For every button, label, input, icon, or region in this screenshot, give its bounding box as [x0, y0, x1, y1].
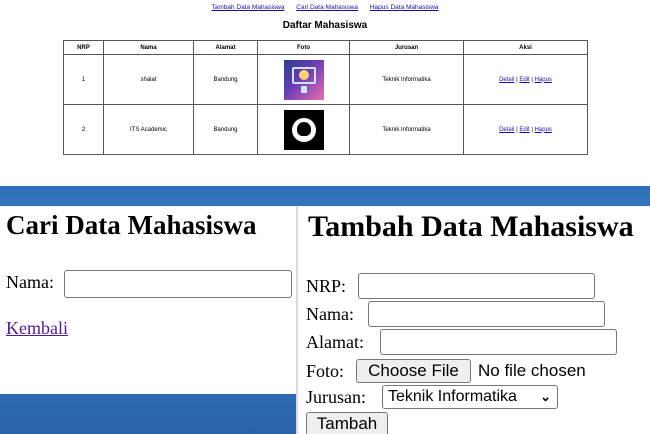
tambah-submit-button[interactable]: Tambah [306, 412, 388, 434]
github-logo-image [283, 109, 324, 150]
alamat-field[interactable] [380, 329, 617, 355]
cell-alamat: Bandung [193, 54, 258, 105]
student-list-panel: Tambah Data Mahasiswa Cari Data Mahasisw… [0, 0, 650, 186]
jurusan-selected: Teknik Informatika [388, 388, 517, 405]
foto-label: Foto: [306, 361, 345, 381]
cell-jurusan: Teknik Informatika [349, 104, 464, 155]
add-panel: Tambah Data Mahasiswa NRP: Nama: Alamat:… [298, 206, 650, 434]
nama-label: Nama: [306, 304, 354, 324]
jurusan-label: Jurusan: [306, 387, 366, 407]
nrp-label: NRP: [306, 276, 347, 296]
col-aksi: Aksi [463, 40, 588, 55]
nama-field[interactable] [368, 301, 605, 327]
nav-tambah-link[interactable]: Tambah Data Mahasiswa [211, 4, 284, 11]
col-jurusan: Jurusan [349, 40, 464, 55]
no-file-text: No file chosen [478, 361, 586, 380]
col-alamat: Alamat [193, 40, 258, 55]
cell-foto [257, 54, 350, 105]
cell-nama: ITS Academic [103, 104, 194, 155]
student-table: NRP Nama Alamat Foto Jurusan Aksi 1 shal… [63, 40, 588, 155]
search-panel: Cari Data Mahasiswa Nama: Kembali [0, 206, 296, 394]
monitor-image [283, 59, 324, 100]
cell-foto [257, 104, 350, 155]
search-nama-input[interactable] [64, 270, 292, 298]
alamat-label: Alamat: [306, 332, 364, 352]
cell-aksi: Detail | Edit | Hapus [463, 104, 588, 155]
cell-alamat: Bandung [193, 104, 258, 155]
cell-aksi: Detail | Edit | Hapus [463, 54, 588, 105]
hapus-link[interactable]: Hapus [535, 77, 552, 83]
choose-file-button[interactable]: Choose File [356, 359, 471, 383]
col-nama: Nama [103, 40, 194, 55]
hapus-link[interactable]: Hapus [535, 127, 552, 133]
table-row: 1 shalat Bandung Teknik Informatika Deta… [63, 54, 588, 105]
col-foto: Foto [257, 40, 350, 55]
col-nrp: NRP [63, 40, 104, 55]
table-header-row: NRP Nama Alamat Foto Jurusan Aksi [63, 40, 588, 55]
search-nama-label: Nama: [6, 272, 54, 292]
chevron-down-icon: ⌄ [540, 389, 551, 404]
detail-link[interactable]: Detail [499, 77, 514, 83]
edit-link[interactable]: Edit [519, 127, 529, 133]
detail-link[interactable]: Detail [499, 127, 514, 133]
jurusan-select[interactable]: Teknik Informatika ⌄ [382, 385, 558, 409]
nav-cari-link[interactable]: Cari Data Mahasiswa [296, 4, 358, 11]
nav-hapus-link[interactable]: Hapus Data Mahasiswa [370, 4, 439, 11]
nrp-field[interactable] [358, 273, 595, 299]
page-title: Daftar Mahasiswa [282, 20, 368, 31]
search-panel-footer [0, 394, 296, 434]
search-title: Cari Data Mahasiswa [6, 210, 257, 240]
cell-nrp: 1 [63, 54, 104, 105]
cell-jurusan: Teknik Informatika [349, 54, 464, 105]
cell-nrp: 2 [63, 104, 104, 155]
edit-link[interactable]: Edit [519, 77, 529, 83]
add-title: Tambah Data Mahasiswa [308, 210, 634, 243]
top-nav: Tambah Data Mahasiswa Cari Data Mahasisw… [0, 4, 650, 11]
table-row: 2 ITS Academic Bandung Teknik Informatik… [63, 104, 588, 155]
cell-nama: shalat [103, 54, 194, 105]
back-link[interactable]: Kembali [6, 318, 68, 339]
